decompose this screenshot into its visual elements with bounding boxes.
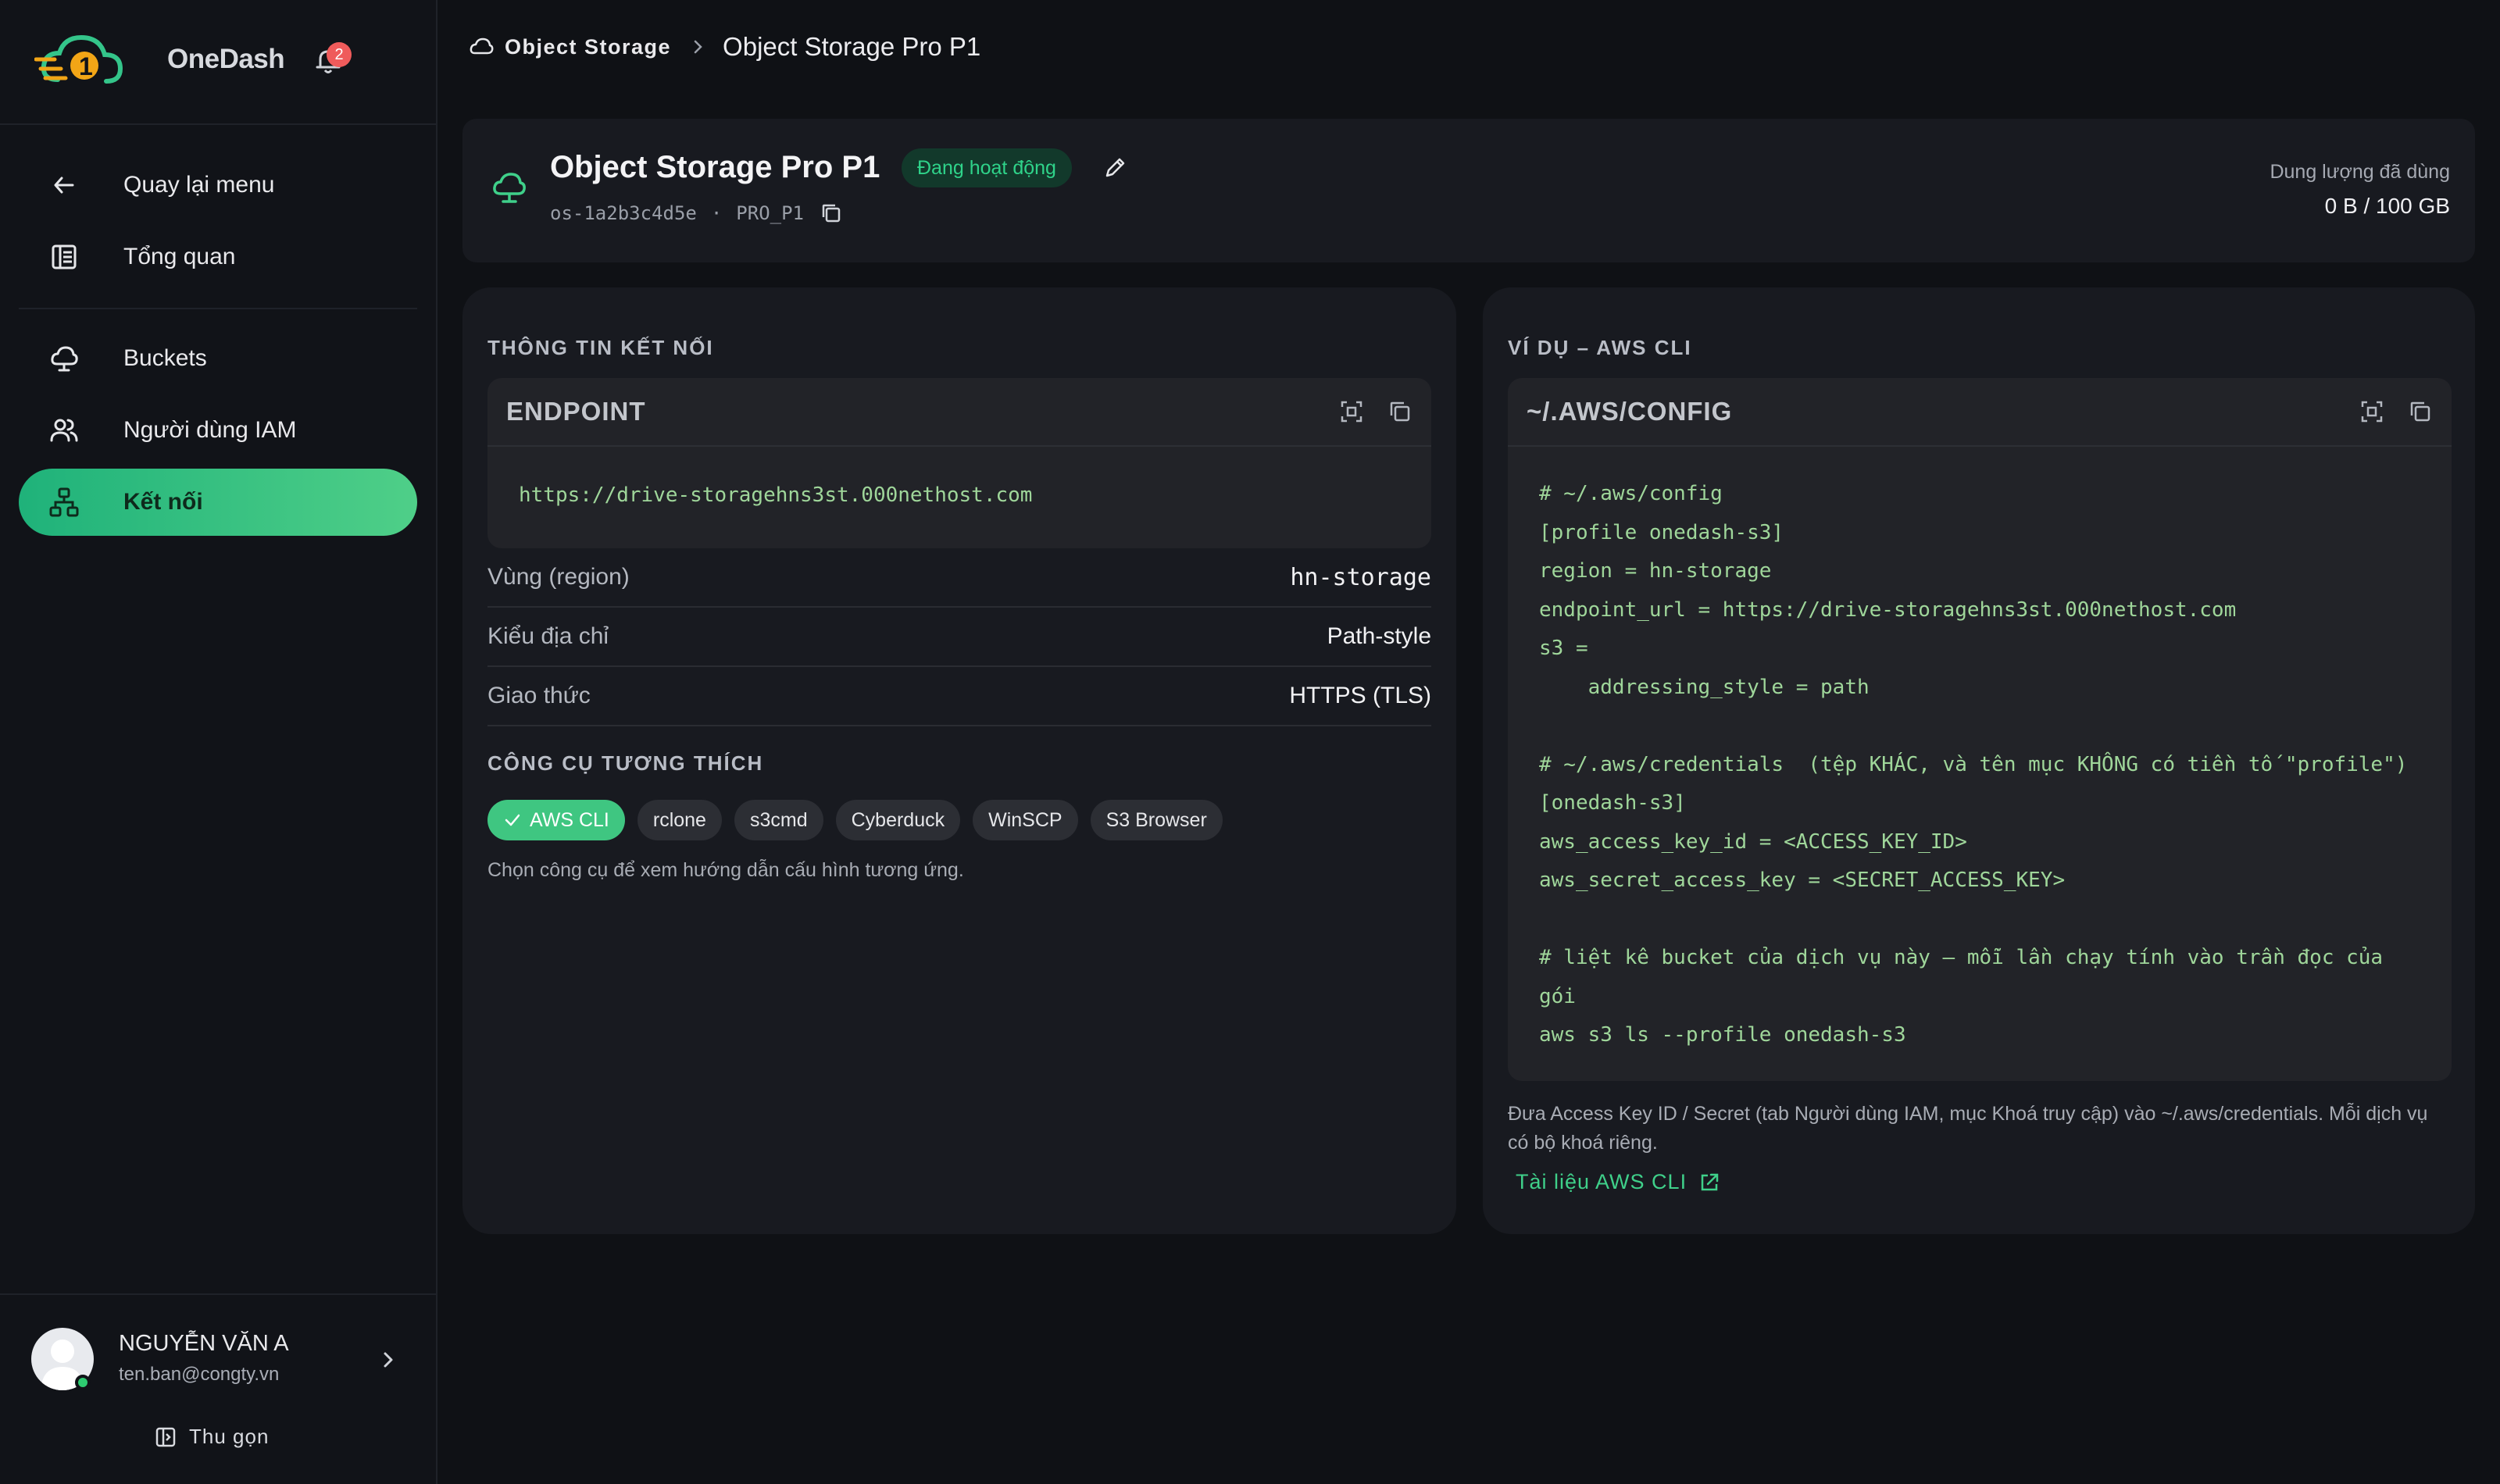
endpoint-header: ENDPOINT xyxy=(488,378,1431,447)
kv-row-protocol: Giao thức HTTPS (TLS) xyxy=(488,667,1431,726)
chip-s3cmd[interactable]: s3cmd xyxy=(734,800,823,840)
chip-s3-browser[interactable]: S3 Browser xyxy=(1090,800,1223,840)
tools-title: CÔNG CỤ TƯƠNG THÍCH xyxy=(488,751,764,775)
service-meta: os-1a2b3c4d5e · PRO_P1 xyxy=(550,202,843,225)
external-link-icon xyxy=(1701,1173,1719,1190)
service-plan: PRO_P1 xyxy=(736,202,804,224)
endpoint-title: ENDPOINT xyxy=(506,397,646,426)
aws-cli-example-panel: VÍ DỤ – AWS CLI ~/.AWS/CONFIG # ~/.aws/c… xyxy=(1483,287,2475,1234)
nav-iam-users[interactable]: Người dùng IAM xyxy=(19,397,417,464)
copy-icon[interactable] xyxy=(2408,399,2433,424)
nav-overview[interactable]: Tổng quan xyxy=(19,223,417,291)
chip-aws-cli[interactable]: AWS CLI xyxy=(488,800,625,840)
nav-label: Kết nối xyxy=(123,489,203,515)
brand-header: 1 OneDash 2 xyxy=(0,0,436,125)
service-title: Object Storage Pro P1 xyxy=(550,150,880,184)
config-header: ~/.AWS/CONFIG xyxy=(1508,378,2452,447)
chevron-right-icon[interactable] xyxy=(378,1350,398,1370)
tool-chips: AWS CLI rclone s3cmd Cyberduck WinSCP S3… xyxy=(488,800,1223,840)
sidebar-collapse-icon xyxy=(155,1427,176,1447)
kv-row-addressing: Kiểu địa chỉ Path-style xyxy=(488,608,1431,667)
online-status-dot xyxy=(75,1375,91,1390)
app-root: 1 OneDash 2 Quay lại menu Tổng quan Buck… xyxy=(0,0,2500,1484)
cloud-icon xyxy=(493,173,526,203)
section-title: VÍ DỤ – AWS CLI xyxy=(1508,336,1692,359)
nav-label: Tổng quan xyxy=(123,244,236,269)
tools-hint: Chọn công cụ để xem hướng dẫn cấu hình t… xyxy=(488,859,964,881)
qr-code-icon[interactable] xyxy=(1339,399,1364,424)
breadcrumb-current: Object Storage Pro P1 xyxy=(723,32,981,61)
nav-back-to-menu[interactable]: Quay lại menu xyxy=(19,152,417,219)
cloud-icon xyxy=(51,346,78,372)
collapse-sidebar-button[interactable]: Thu gọn xyxy=(155,1425,269,1449)
user-name: NGUYỄN VĂN A xyxy=(119,1331,289,1356)
dashboard-icon xyxy=(52,244,77,269)
copy-icon[interactable] xyxy=(820,202,843,225)
nav-label: Quay lại menu xyxy=(123,172,275,198)
chip-label: AWS CLI xyxy=(530,809,609,831)
nav-connect[interactable]: Kết nối xyxy=(19,469,417,536)
config-code[interactable]: # ~/.aws/config [profile onedash-s3] reg… xyxy=(1508,447,2452,1081)
breadcrumb-parent[interactable]: Object Storage xyxy=(505,35,671,59)
chip-cyberduck[interactable]: Cyberduck xyxy=(835,800,961,840)
endpoint-url[interactable]: https://drive-storagehns3st.000nethost.c… xyxy=(488,447,1431,545)
nav-buckets[interactable]: Buckets xyxy=(19,325,417,392)
users-icon xyxy=(50,419,78,442)
check-icon xyxy=(505,814,520,826)
kv-value: hn-storage xyxy=(1290,563,1431,591)
network-icon xyxy=(49,487,79,517)
usage-value: 0 B / 100 GB xyxy=(2324,194,2450,218)
config-code-box: ~/.AWS/CONFIG # ~/.aws/config [profile o… xyxy=(1508,378,2452,1081)
collapse-label: Thu gọn xyxy=(189,1425,270,1448)
brand-name: OneDash xyxy=(167,44,285,74)
sidebar: 1 OneDash 2 Quay lại menu Tổng quan Buck… xyxy=(0,0,438,1484)
section-title: THÔNG TIN KẾT NỐI xyxy=(488,336,714,359)
doc-link-label: Tài liệu AWS CLI xyxy=(1516,1170,1688,1193)
kv-row-region: Vùng (region) hn-storage xyxy=(488,548,1431,608)
meta-separator: · xyxy=(710,202,723,224)
arrow-left-icon xyxy=(54,177,74,194)
aws-cli-docs-link[interactable]: Tài liệu AWS CLI xyxy=(1516,1170,1721,1194)
endpoint-box: ENDPOINT https://drive-storagehns3st.000… xyxy=(488,378,1431,548)
notification-badge: 2 xyxy=(327,42,352,67)
status-badge: Đang hoạt động xyxy=(902,148,1072,187)
config-title: ~/.AWS/CONFIG xyxy=(1527,397,1733,426)
pencil-icon[interactable] xyxy=(1102,155,1128,181)
breadcrumb: Object Storage Object Storage Pro P1 xyxy=(469,30,980,64)
usage-label: Dung lượng đã dùng xyxy=(2270,161,2450,183)
kv-key: Kiểu địa chỉ xyxy=(488,623,609,649)
connection-info-panel: THÔNG TIN KẾT NỐI ENDPOINT https://drive… xyxy=(462,287,1456,1234)
service-id: os-1a2b3c4d5e xyxy=(550,202,697,224)
copy-icon[interactable] xyxy=(1388,399,1412,424)
user-email: ten.ban@congty.vn xyxy=(119,1364,280,1385)
chevron-right-icon xyxy=(694,40,702,54)
service-header-card: Object Storage Pro P1 Đang hoạt động os-… xyxy=(462,119,2475,262)
credentials-note: Đưa Access Key ID / Secret (tab Người dù… xyxy=(1508,1103,2428,1154)
kv-key: Giao thức xyxy=(488,683,591,708)
qr-code-icon[interactable] xyxy=(2359,399,2384,424)
kv-value: Path-style xyxy=(1327,623,1431,649)
chip-winscp[interactable]: WinSCP xyxy=(973,800,1078,840)
user-profile[interactable]: NGUYỄN VĂN A ten.ban@congty.vn Thu gọn xyxy=(0,1293,436,1484)
chip-rclone[interactable]: rclone xyxy=(637,800,722,840)
nav-divider xyxy=(19,308,417,309)
kv-value: HTTPS (TLS) xyxy=(1289,683,1431,708)
svg-text:1: 1 xyxy=(79,52,93,80)
nav-label: Người dùng IAM xyxy=(123,417,297,443)
cloud-icon xyxy=(470,37,494,55)
nav-label: Buckets xyxy=(123,345,207,371)
onedash-logo-icon[interactable]: 1 xyxy=(34,28,128,94)
kv-key: Vùng (region) xyxy=(488,564,630,590)
